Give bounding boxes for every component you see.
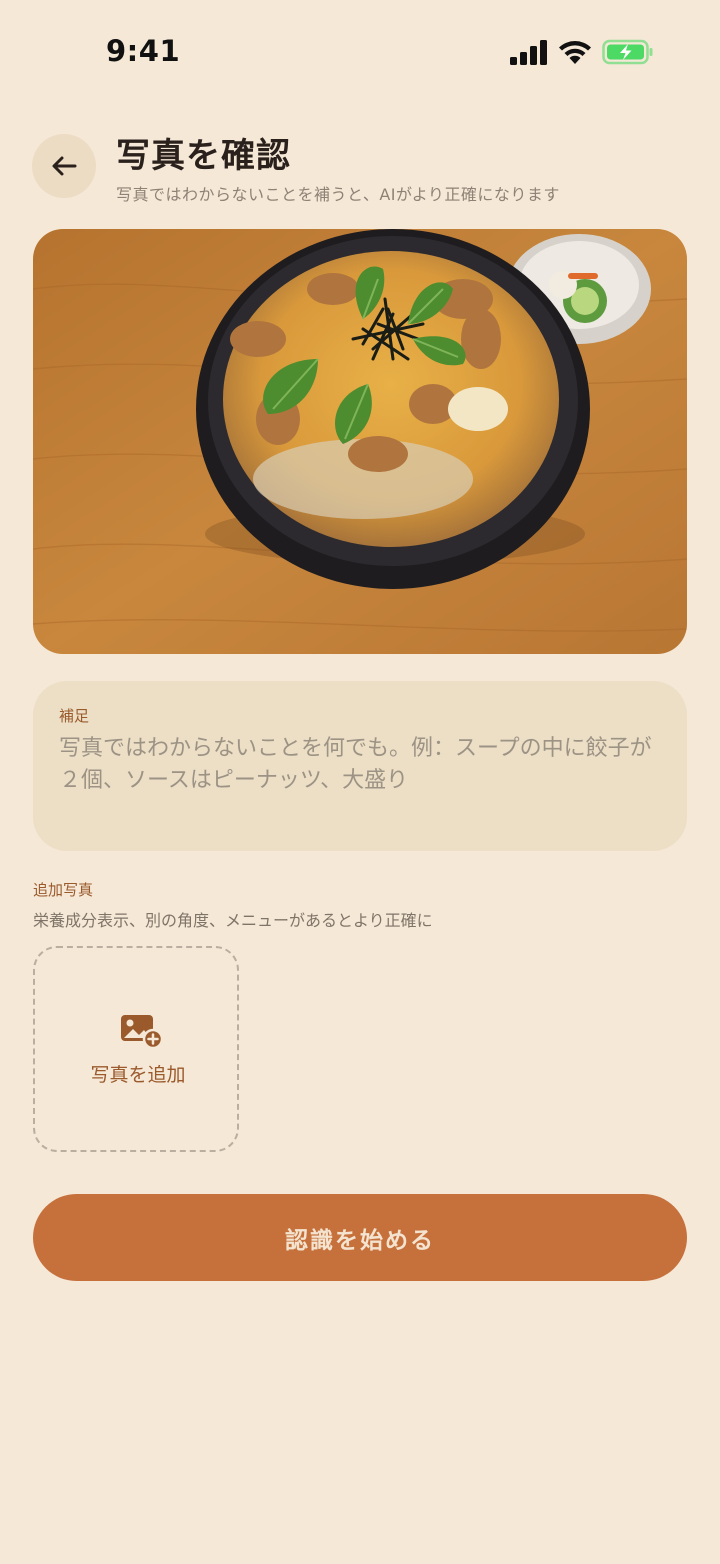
note-label: 補足 xyxy=(59,707,90,725)
wifi-icon xyxy=(559,41,591,64)
start-recognition-button[interactable]: 認識を始める xyxy=(33,1194,687,1281)
status-bar: 9:41 xyxy=(0,0,720,104)
add-photo-button[interactable]: 写真を追加 xyxy=(33,946,239,1152)
extra-photos-subtitle: 栄養成分表示、別の角度、メニューがあるとより正確に xyxy=(33,911,433,930)
back-button[interactable] xyxy=(32,134,96,198)
page-subtitle: 写真ではわからないことを補うと、AIがより正確になります xyxy=(116,185,560,204)
battery-charging-icon xyxy=(602,39,653,65)
image-plus-icon xyxy=(121,1015,163,1049)
food-photo xyxy=(33,229,687,654)
cellular-signal-icon xyxy=(510,40,547,65)
extra-photos-title: 追加写真 xyxy=(33,881,94,899)
status-time: 9:41 xyxy=(106,34,181,68)
arrow-left-icon xyxy=(52,156,77,176)
page-title: 写真を確認 xyxy=(116,136,291,176)
note-input[interactable] xyxy=(59,733,659,833)
add-photo-label: 写真を追加 xyxy=(90,1064,186,1086)
start-recognition-label: 認識を始める xyxy=(285,1227,435,1254)
note-field[interactable]: 補足 xyxy=(33,681,687,851)
status-icons xyxy=(510,38,660,68)
